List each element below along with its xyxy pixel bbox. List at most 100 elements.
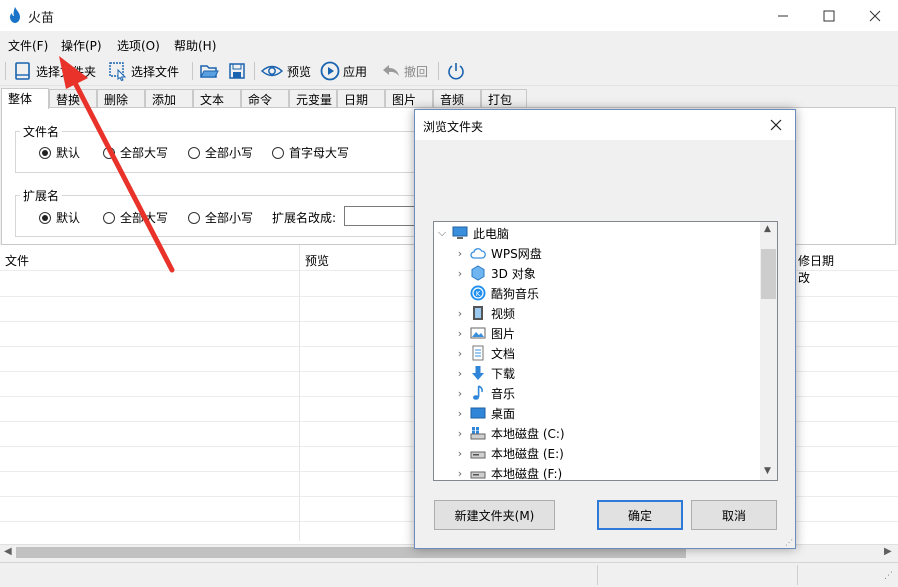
radio-dot <box>103 211 115 224</box>
chevron-right-icon[interactable]: › <box>455 247 465 260</box>
tree-item-downloads[interactable]: › 下载 <box>455 363 515 383</box>
ext-upper-radio[interactable]: 全部大写 <box>103 209 168 226</box>
toolbar: 选择文件夹 选择文件 预览 应用 撤回 <box>0 56 898 86</box>
filename-lower-radio[interactable]: 全部小写 <box>188 144 253 161</box>
tree-item-3d-objects[interactable]: › 3D 对象 <box>455 263 536 283</box>
folder-tree[interactable]: ⌵ 此电脑 › WPS网盘 › 3D 对象 K 酷狗音乐 › 视频 › 图片 ›… <box>433 221 778 481</box>
ext-change-input[interactable] <box>344 206 416 226</box>
filename-capitalize-radio[interactable]: 首字母大写 <box>272 144 349 161</box>
new-folder-button[interactable]: 新建文件夹(M) <box>434 500 555 530</box>
menu-file[interactable]: 文件(F) <box>8 37 48 54</box>
tab-date[interactable]: 日期 <box>337 89 385 108</box>
select-file-button[interactable]: 选择文件 <box>108 59 179 83</box>
menu-options[interactable]: 选项(O) <box>117 37 160 54</box>
tree-item-documents[interactable]: › 文档 <box>455 343 515 363</box>
download-icon <box>472 366 484 380</box>
resize-grip-icon[interactable]: ⋰ <box>884 571 893 581</box>
tree-item-label: 本地磁盘 (E:) <box>491 446 564 461</box>
tree-item-desktop[interactable]: › 桌面 <box>455 403 515 423</box>
maximize-button[interactable] <box>806 0 852 31</box>
undo-button[interactable]: 撤回 <box>381 59 428 83</box>
undo-icon <box>383 65 399 76</box>
tree-item-kugou-music[interactable]: K 酷狗音乐 <box>455 283 539 303</box>
tab-metavar[interactable]: 元变量 <box>289 89 337 108</box>
tree-item-drive-f[interactable]: › 本地磁盘 (F:) <box>455 463 562 481</box>
menu-bar: 文件(F) 操作(P) 选项(O) 帮助(H) <box>0 33 898 54</box>
maximize-icon <box>823 10 835 21</box>
folder-book-icon <box>15 62 30 80</box>
browse-folder-dialog: 浏览文件夹 ⌵ 此电脑 › WPS网盘 › 3D 对象 K 酷狗音乐 › 视频 … <box>414 109 796 549</box>
preview-button[interactable]: 预览 <box>260 59 311 83</box>
column-header-preview[interactable]: 预览 <box>305 252 329 269</box>
cancel-button[interactable]: 取消 <box>691 500 777 530</box>
close-button[interactable] <box>852 0 898 31</box>
tree-item-wps-cloud[interactable]: › WPS网盘 <box>455 243 542 263</box>
save-button[interactable] <box>227 59 247 83</box>
column-header-date[interactable]: 日期 <box>810 252 834 269</box>
eye-icon <box>260 65 284 77</box>
chevron-right-icon[interactable]: › <box>455 267 465 280</box>
scroll-right-icon[interactable]: ▶ <box>884 546 892 557</box>
tree-item-drive-e[interactable]: › 本地磁盘 (E:) <box>455 443 564 463</box>
chevron-right-icon[interactable]: › <box>455 307 465 320</box>
menu-help[interactable]: 帮助(H) <box>174 37 216 54</box>
apply-button[interactable]: 应用 <box>320 59 367 83</box>
tab-text[interactable]: 文本 <box>193 89 241 108</box>
scroll-up-icon[interactable]: ▲ <box>764 224 771 234</box>
chevron-right-icon[interactable]: › <box>455 427 465 440</box>
column-header-file[interactable]: 文件 <box>5 252 29 269</box>
resize-grip-icon[interactable]: ⋰ <box>785 538 793 547</box>
tab-strip: 整体 替换 删除 添加 文本 命令 元变量 日期 图片 音频 打包 <box>0 88 898 109</box>
chevron-right-icon[interactable]: › <box>455 387 465 400</box>
radio-dot <box>188 211 200 224</box>
tree-item-label: 此电脑 <box>473 226 510 241</box>
chevron-down-icon[interactable]: ⌵ <box>437 226 447 240</box>
tree-item-music[interactable]: › 音乐 <box>455 383 515 403</box>
chevron-right-icon[interactable]: › <box>455 407 465 420</box>
tree-scroll-thumb[interactable] <box>761 249 776 299</box>
chevron-right-icon[interactable]: › <box>455 367 465 380</box>
chevron-right-icon[interactable]: › <box>455 327 465 340</box>
select-folder-label: 选择文件夹 <box>36 64 97 79</box>
ok-button[interactable]: 确定 <box>597 500 683 530</box>
tree-item-label: 文档 <box>491 346 516 361</box>
tree-item-this-pc[interactable]: ⌵ 此电脑 <box>437 223 509 243</box>
tree-item-pictures[interactable]: › 图片 <box>455 323 515 343</box>
tree-item-drive-c[interactable]: › 本地磁盘 (C:) <box>455 423 565 443</box>
chevron-right-icon[interactable]: › <box>455 347 465 360</box>
filename-upper-radio[interactable]: 全部大写 <box>103 144 168 161</box>
tree-item-label: 酷狗音乐 <box>491 286 540 301</box>
tab-image[interactable]: 图片 <box>385 89 433 108</box>
tab-replace[interactable]: 替换 <box>49 89 97 108</box>
tab-pack[interactable]: 打包 <box>481 89 527 108</box>
window-title: 火苗 <box>28 11 55 26</box>
tab-add[interactable]: 添加 <box>145 89 193 108</box>
tab-delete[interactable]: 删除 <box>97 89 145 108</box>
scroll-left-icon[interactable]: ◀ <box>4 546 12 557</box>
video-icon <box>473 306 483 320</box>
chevron-right-icon[interactable]: › <box>455 467 465 480</box>
tree-item-label: 本地磁盘 (F:) <box>491 466 563 481</box>
ext-default-radio[interactable]: 默认 <box>39 209 80 226</box>
flame-icon <box>10 7 20 23</box>
tab-overall[interactable]: 整体 <box>1 88 49 109</box>
select-folder-button[interactable]: 选择文件夹 <box>13 59 96 83</box>
cloud-icon <box>470 248 486 259</box>
dialog-close-button[interactable] <box>763 113 789 137</box>
tab-command[interactable]: 命令 <box>241 89 289 108</box>
drive-icon <box>470 427 486 440</box>
scroll-down-icon[interactable]: ▼ <box>764 466 771 476</box>
title-bar: 火苗 <box>0 0 898 31</box>
minimize-button[interactable] <box>760 0 806 31</box>
open-button[interactable] <box>199 59 219 83</box>
chevron-right-icon[interactable]: › <box>455 447 465 460</box>
power-button[interactable] <box>446 59 466 83</box>
ext-lower-radio[interactable]: 全部小写 <box>188 209 253 226</box>
radio-label: 全部小写 <box>205 211 254 225</box>
tree-item-videos[interactable]: › 视频 <box>455 303 515 323</box>
computer-icon <box>452 226 468 239</box>
filename-default-radio[interactable]: 默认 <box>39 144 80 161</box>
menu-operation[interactable]: 操作(P) <box>61 37 102 54</box>
column-header-date-prefix[interactable]: 修改 <box>798 252 810 286</box>
tab-audio[interactable]: 音频 <box>433 89 481 108</box>
